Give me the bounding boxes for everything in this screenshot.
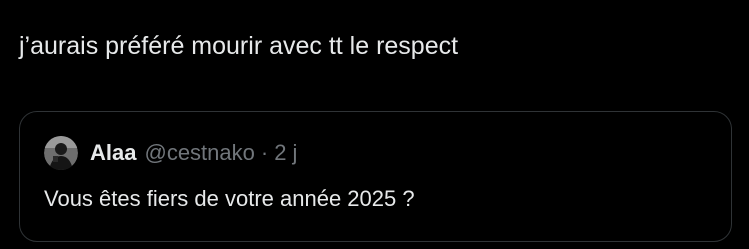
author-name[interactable]: Alaa (90, 140, 136, 166)
quoted-tweet-text: Vous êtes fiers de votre année 2025 ? (44, 186, 415, 211)
avatar-photo-icon (44, 136, 78, 170)
tweet-text: j’aurais préféré mourir avec tt le respe… (19, 32, 459, 60)
timestamp[interactable]: 2 j (274, 140, 297, 166)
quoted-tweet-card[interactable]: Alaa @cestnako · 2 j Vous êtes fiers de … (19, 111, 732, 242)
quoted-tweet-header: Alaa @cestnako · 2 j (44, 136, 297, 170)
avatar[interactable] (44, 136, 78, 170)
author-handle[interactable]: @cestnako (144, 140, 254, 166)
separator-dot: · (260, 140, 269, 165)
